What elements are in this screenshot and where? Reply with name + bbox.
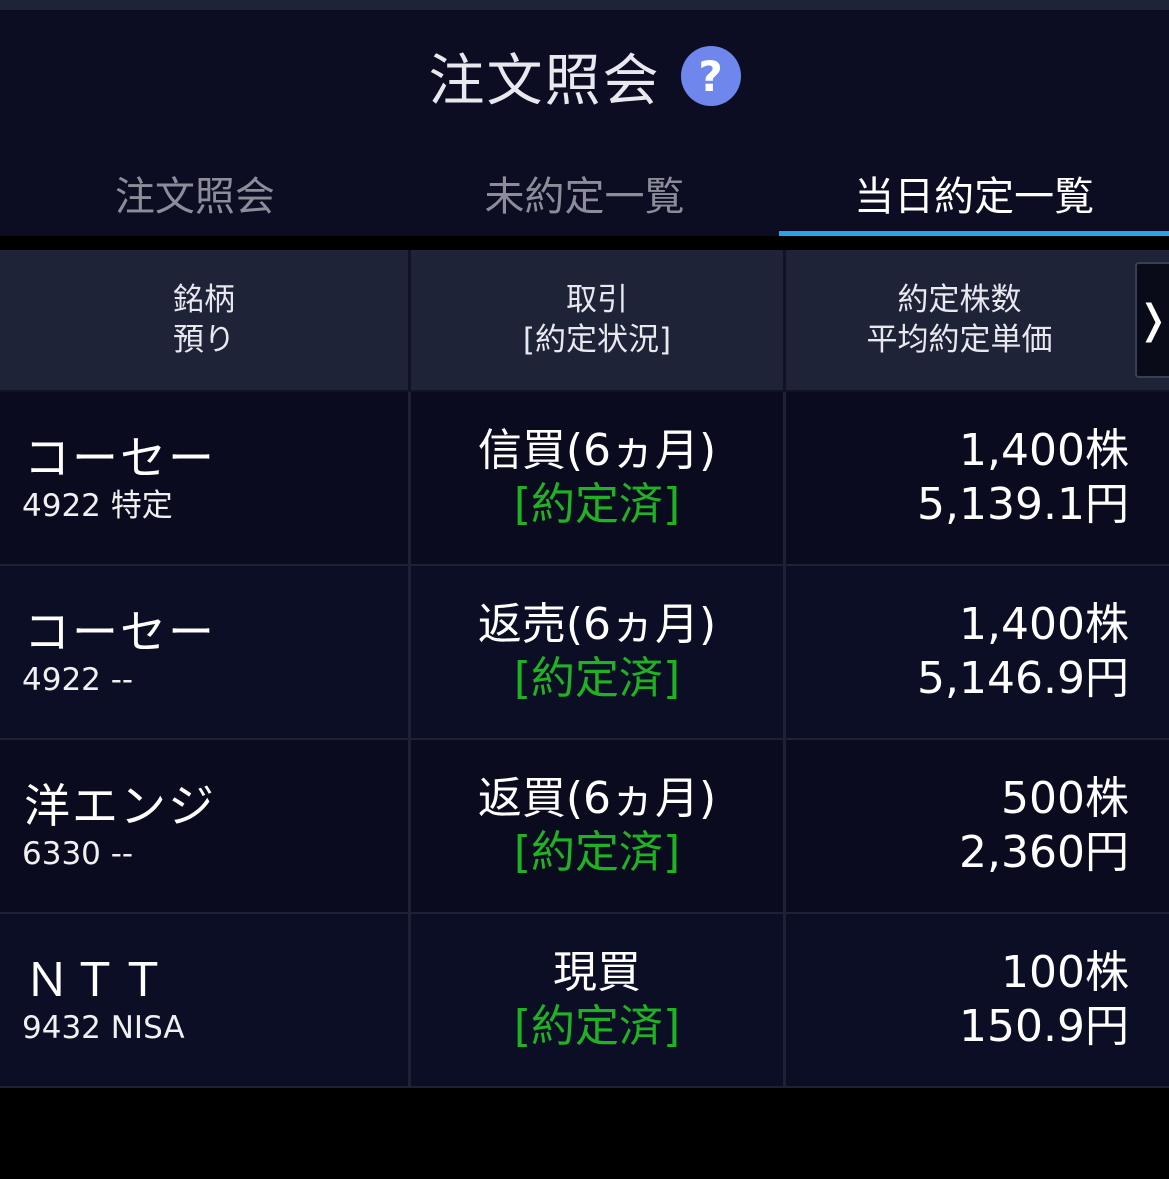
executed-quantity: 1,400株 <box>959 599 1129 650</box>
column-header-label: 銘柄 <box>173 282 235 318</box>
table-row[interactable]: コーセー 4922 -- 返売(6ヵ月) [約定済] 1,400株 5,146.… <box>0 566 1169 740</box>
column-header-label: [約定状況] <box>522 322 672 358</box>
stock-cell: ＮＴＴ 9432 NISA <box>0 914 411 1086</box>
quantity-cell: 1,400株 5,139.1円 <box>786 392 1169 564</box>
stock-cell: コーセー 4922 -- <box>0 566 411 738</box>
tab-today-executions[interactable]: 当日約定一覧 <box>779 150 1169 238</box>
column-header-trade: 取引 [約定状況] <box>411 250 786 390</box>
column-header-label: 平均約定単価 <box>866 322 1053 358</box>
tab-bar: 注文照会 未約定一覧 当日約定一覧 <box>0 150 1169 238</box>
column-header-label: 約定株数 <box>897 282 1022 318</box>
average-price: 5,146.9円 <box>917 653 1129 704</box>
top-strip <box>0 0 1169 10</box>
quantity-cell: 500株 2,360円 <box>786 740 1169 912</box>
executions-table: 銘柄 預り 取引 [約定状況] 約定株数 平均約定単価 ❭ コーセー 4922 … <box>0 250 1169 1088</box>
column-header-label: 取引 <box>566 282 628 318</box>
column-header-quantity: 約定株数 平均約定単価 ❭ <box>786 250 1169 390</box>
tab-order-inquiry[interactable]: 注文照会 <box>0 150 390 236</box>
table-row[interactable]: ＮＴＴ 9432 NISA 現買 [約定済] 100株 150.9円 <box>0 914 1169 1088</box>
header: 注文照会 ? 注文照会 未約定一覧 当日約定一覧 <box>0 10 1169 238</box>
average-price: 5,139.1円 <box>917 479 1129 530</box>
page-title: 注文照会 <box>428 48 661 114</box>
column-header-label: 預り <box>173 322 235 358</box>
quantity-cell: 1,400株 5,146.9円 <box>786 566 1169 738</box>
chevron-right-icon[interactable]: ❭ <box>1135 262 1169 378</box>
trade-type: 返売(6ヵ月) <box>477 599 717 650</box>
stock-name: コーセー <box>24 605 216 659</box>
stock-code-account: 6330 -- <box>22 836 134 872</box>
trade-cell: 信買(6ヵ月) [約定済] <box>411 392 786 564</box>
column-header-stock: 銘柄 預り <box>0 250 411 390</box>
title-row: 注文照会 ? <box>0 38 1169 114</box>
stock-code-account: 9432 NISA <box>22 1010 185 1046</box>
execution-status: [約定済] <box>513 479 681 530</box>
help-icon[interactable]: ? <box>680 46 741 106</box>
executed-quantity: 100株 <box>1001 947 1129 998</box>
average-price: 150.9円 <box>959 1001 1129 1052</box>
trade-cell: 返買(6ヵ月) [約定済] <box>411 740 786 912</box>
divider <box>0 236 1169 250</box>
trade-cell: 返売(6ヵ月) [約定済] <box>411 566 786 738</box>
table-body: コーセー 4922 特定 信買(6ヵ月) [約定済] 1,400株 5,139.… <box>0 392 1169 1088</box>
stock-code-account: 4922 -- <box>22 662 134 698</box>
stock-cell: 洋エンジ 6330 -- <box>0 740 411 912</box>
stock-name: コーセー <box>24 431 216 485</box>
trade-cell: 現買 [約定済] <box>411 914 786 1086</box>
average-price: 2,360円 <box>959 827 1129 878</box>
trade-type: 信買(6ヵ月) <box>477 425 717 476</box>
trade-type: 現買 <box>553 947 641 998</box>
stock-name: ＮＴＴ <box>24 953 168 1007</box>
table-header: 銘柄 預り 取引 [約定状況] 約定株数 平均約定単価 ❭ <box>0 250 1169 392</box>
execution-status: [約定済] <box>513 653 681 704</box>
tab-unexecuted-list[interactable]: 未約定一覧 <box>390 150 780 236</box>
execution-status: [約定済] <box>513 1001 681 1052</box>
table-row[interactable]: コーセー 4922 特定 信買(6ヵ月) [約定済] 1,400株 5,139.… <box>0 392 1169 566</box>
executed-quantity: 1,400株 <box>959 425 1129 476</box>
quantity-cell: 100株 150.9円 <box>786 914 1169 1086</box>
stock-name: 洋エンジ <box>24 779 216 833</box>
execution-status: [約定済] <box>513 827 681 878</box>
stock-cell: コーセー 4922 特定 <box>0 392 411 564</box>
stock-code-account: 4922 特定 <box>22 488 173 524</box>
table-row[interactable]: 洋エンジ 6330 -- 返買(6ヵ月) [約定済] 500株 2,360円 <box>0 740 1169 914</box>
trade-type: 返買(6ヵ月) <box>477 773 717 824</box>
executed-quantity: 500株 <box>1001 773 1129 824</box>
